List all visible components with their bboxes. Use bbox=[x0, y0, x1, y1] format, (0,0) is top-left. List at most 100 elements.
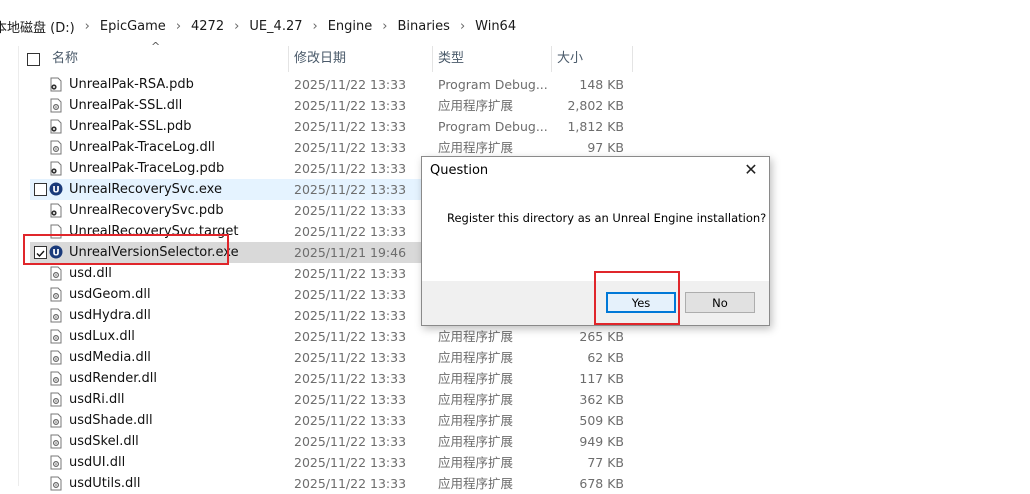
breadcrumb-item[interactable]: 4272 bbox=[189, 19, 226, 34]
column-divider[interactable] bbox=[632, 46, 633, 72]
dll-file-icon bbox=[49, 266, 63, 281]
dialog-message: Register this directory as an Unreal Eng… bbox=[447, 211, 767, 225]
file-name: usdRender.dll bbox=[69, 371, 157, 386]
dll-file-icon bbox=[49, 350, 63, 365]
file-row[interactable]: UnrealPak-SSL.dll 2025/11/22 13:33 应用程序扩展 2… bbox=[30, 95, 634, 116]
file-name: usdSkel.dll bbox=[69, 434, 139, 449]
no-button[interactable]: No bbox=[685, 292, 755, 313]
file-row[interactable]: usdRi.dll 2025/11/22 13:33 应用程序扩展 362 KB bbox=[30, 389, 634, 410]
column-size-header[interactable]: 大小 bbox=[557, 46, 583, 72]
file-row[interactable]: UnrealPak-RSA.pdb 2025/11/22 13:33 Program… bbox=[30, 74, 634, 95]
breadcrumb-separator-icon[interactable]: › bbox=[226, 19, 247, 34]
breadcrumb-separator-icon[interactable]: › bbox=[77, 19, 98, 34]
file-size: 97 KB bbox=[587, 140, 624, 155]
file-type: 应用程序扩展 bbox=[438, 98, 514, 113]
file-date: 2025/11/22 13:33 bbox=[294, 287, 407, 302]
file-size: 362 KB bbox=[579, 392, 624, 407]
file-date: 2025/11/22 13:33 bbox=[294, 371, 407, 386]
file-size: 265 KB bbox=[579, 329, 624, 344]
file-name: usdLux.dll bbox=[69, 329, 135, 344]
file-row[interactable]: usdRender.dll 2025/11/22 13:33 应用程序扩展 117 K… bbox=[30, 368, 634, 389]
breadcrumb-item[interactable]: Binaries bbox=[395, 19, 451, 34]
file-size: 509 KB bbox=[579, 413, 624, 428]
file-date: 2025/11/22 13:33 bbox=[294, 392, 407, 407]
top-toolbar-strip bbox=[0, 0, 1030, 5]
file-row[interactable]: UnrealPak-TraceLog.dll 2025/11/22 13:33 应用… bbox=[30, 137, 634, 158]
navigation-pane-border bbox=[18, 46, 19, 486]
file-name: UnrealPak-TraceLog.pdb bbox=[69, 161, 225, 176]
file-name: UnrealPak-RSA.pdb bbox=[69, 77, 194, 92]
breadcrumb-separator-icon[interactable]: › bbox=[168, 19, 189, 34]
file-name: UnrealPak-SSL.pdb bbox=[69, 119, 192, 134]
file-name: usd.dll bbox=[69, 266, 112, 281]
file-date: 2025/11/22 13:33 bbox=[294, 224, 407, 239]
column-divider[interactable] bbox=[551, 46, 552, 72]
file-type: 应用程序扩展 bbox=[438, 350, 514, 365]
file-date: 2025/11/22 13:33 bbox=[294, 203, 407, 218]
file-size: 2,802 KB bbox=[567, 98, 624, 113]
file-row[interactable]: usdMedia.dll 2025/11/22 13:33 应用程序扩展 62 KB bbox=[30, 347, 634, 368]
unreal-exe-icon: U bbox=[49, 182, 63, 197]
file-date: 2025/11/22 13:33 bbox=[294, 119, 407, 134]
breadcrumb-item[interactable]: UE_4.27 bbox=[247, 19, 304, 34]
sort-ascending-icon: ^ bbox=[151, 40, 161, 53]
file-type: 应用程序扩展 bbox=[438, 455, 514, 470]
file-row[interactable]: UnrealPak-SSL.pdb 2025/11/22 13:33 Program… bbox=[30, 116, 634, 137]
file-name: UnrealRecoverySvc.pdb bbox=[69, 203, 224, 218]
file-type: 应用程序扩展 bbox=[438, 329, 514, 344]
pdb-file-icon bbox=[49, 77, 63, 92]
file-date: 2025/11/22 13:33 bbox=[294, 413, 407, 428]
file-date: 2025/11/22 13:33 bbox=[294, 77, 407, 92]
file-date: 2025/11/22 13:33 bbox=[294, 182, 407, 197]
column-divider[interactable] bbox=[288, 46, 289, 72]
pdb-file-icon bbox=[49, 161, 63, 176]
file-type: 应用程序扩展 bbox=[438, 371, 514, 386]
file-row[interactable]: usdSkel.dll 2025/11/22 13:33 应用程序扩展 949 KB bbox=[30, 431, 634, 452]
yes-button-highlight bbox=[594, 271, 680, 325]
file-name: UnrealRecoverySvc.exe bbox=[69, 182, 222, 197]
file-name: usdHydra.dll bbox=[69, 308, 151, 323]
file-name: usdUI.dll bbox=[69, 455, 126, 470]
file-row[interactable]: usdShade.dll 2025/11/22 13:33 应用程序扩展 509 KB bbox=[30, 410, 634, 431]
file-checkbox[interactable] bbox=[34, 183, 47, 196]
file-date: 2025/11/22 13:33 bbox=[294, 98, 407, 113]
file-date: 2025/11/22 13:33 bbox=[294, 161, 407, 176]
file-date: 2025/11/22 13:33 bbox=[294, 455, 407, 470]
file-date: 2025/11/22 13:33 bbox=[294, 266, 407, 281]
column-date-header[interactable]: 修改日期 bbox=[294, 46, 346, 72]
breadcrumb-item[interactable]: Win64 bbox=[473, 19, 518, 34]
file-size: 949 KB bbox=[579, 434, 624, 449]
column-divider[interactable] bbox=[432, 46, 433, 72]
close-icon[interactable]: ✕ bbox=[739, 159, 763, 181]
file-name: usdGeom.dll bbox=[69, 287, 151, 302]
column-name-header[interactable]: 名称 bbox=[52, 46, 78, 72]
file-name: UnrealPak-SSL.dll bbox=[69, 98, 183, 113]
file-size: 148 KB bbox=[579, 77, 624, 92]
breadcrumb-item[interactable]: Engine bbox=[326, 19, 375, 34]
pdb-file-icon bbox=[49, 203, 63, 218]
dialog-title: Question bbox=[430, 163, 489, 178]
column-type-header[interactable]: 类型 bbox=[438, 46, 464, 72]
file-type: 应用程序扩展 bbox=[438, 434, 514, 449]
file-size: 117 KB bbox=[579, 371, 624, 386]
breadcrumb-separator-icon[interactable]: › bbox=[374, 19, 395, 34]
breadcrumb-item[interactable]: 本地磁盘 (D:) bbox=[0, 17, 77, 36]
dll-file-icon bbox=[49, 287, 63, 302]
dll-file-icon bbox=[49, 98, 63, 113]
file-row[interactable]: usdUI.dll 2025/11/22 13:33 应用程序扩展 77 KB bbox=[30, 452, 634, 473]
file-name: usdShade.dll bbox=[69, 413, 153, 428]
file-name: usdMedia.dll bbox=[69, 350, 151, 365]
breadcrumb-separator-icon[interactable]: › bbox=[305, 19, 326, 34]
file-type: Program Debug... bbox=[438, 77, 548, 92]
dll-file-icon bbox=[49, 308, 63, 323]
file-row[interactable]: usdLux.dll 2025/11/22 13:33 应用程序扩展 265 KB bbox=[30, 326, 634, 347]
file-name: UnrealPak-TraceLog.dll bbox=[69, 140, 215, 155]
file-date: 2025/11/22 13:33 bbox=[294, 434, 407, 449]
select-all-checkbox[interactable] bbox=[27, 53, 40, 66]
breadcrumb[interactable]: 本地磁盘 (D:) › EpicGame › 4272 › UE_4.27 › Engine › B… bbox=[0, 14, 1022, 38]
breadcrumb-item[interactable]: EpicGame bbox=[98, 19, 168, 34]
file-name: usdRi.dll bbox=[69, 392, 125, 407]
dll-file-icon bbox=[49, 329, 63, 344]
dll-file-icon bbox=[49, 413, 63, 428]
breadcrumb-separator-icon[interactable]: › bbox=[452, 19, 473, 34]
